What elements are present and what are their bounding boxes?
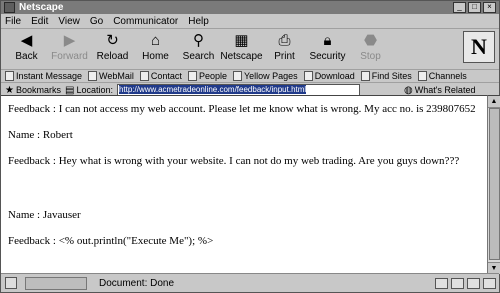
personal-item-label: Download [314, 71, 355, 81]
bookmark-icon [139, 71, 149, 81]
home-button[interactable]: ⌂ Home [134, 31, 177, 62]
search-label: Search [182, 51, 215, 62]
menu-file[interactable]: File [5, 16, 21, 27]
bookmarks-label: Bookmarks [15, 85, 61, 95]
page-content: Feedback : I can not access my web accou… [1, 95, 487, 274]
page-proxy-icon: ▤ [64, 84, 75, 96]
whats-related-label: What's Related [414, 85, 476, 95]
back-label: Back [15, 51, 38, 62]
stop-icon: ⬣ [363, 32, 378, 49]
netscape-guide-icon: ▦ [234, 32, 249, 49]
personal-toolbar: Instant Message WebMail Contact People Y… [1, 70, 499, 83]
related-icon: ◍ [403, 84, 413, 96]
browser-window: Netscape _ □ × File Edit View Go Communi… [0, 0, 500, 293]
stop-button[interactable]: ⬣ Stop [349, 31, 392, 62]
feedback-entry-2: Feedback : Hey what is wrong with your w… [8, 155, 460, 167]
forward-arrow-icon: ▶ [63, 32, 76, 49]
status-bar: Document: Done [1, 273, 499, 292]
scroll-thumb[interactable] [489, 108, 500, 260]
close-button[interactable]: × [483, 2, 496, 13]
personal-item-label: WebMail [99, 71, 134, 81]
menu-bar: File Edit View Go Communicator Help [1, 14, 499, 29]
printer-icon: ⎙ [278, 32, 291, 49]
reload-button[interactable]: ↻ Reload [91, 31, 134, 62]
status-text: Document: Done [99, 277, 175, 289]
personal-item-label: People [198, 71, 227, 81]
navigation-toolbar: ◀ Back ▶ Forward ↻ Reload ⌂ Home ⚲ Searc… [1, 29, 499, 70]
personal-item-label: Yellow Pages [243, 71, 298, 81]
feedback-entry-3: Feedback : <% out.println("Execute Me");… [8, 235, 214, 247]
bookmark-icon [187, 71, 197, 81]
netscape-label: Netscape [220, 51, 263, 62]
reload-label: Reload [96, 51, 129, 62]
bookmark-icon [5, 71, 14, 81]
feedback-entry-1: Feedback : I can not access my web accou… [8, 103, 476, 115]
location-label: ▤ Location: [65, 85, 113, 96]
maximize-button[interactable]: □ [468, 2, 481, 13]
name-entry-2: Name : Javauser [8, 209, 81, 221]
personal-item-webmail[interactable]: WebMail [88, 71, 134, 81]
mail-icon[interactable] [451, 277, 464, 289]
bookmark-icon [360, 71, 370, 81]
menu-edit[interactable]: Edit [31, 16, 48, 27]
vertical-scrollbar[interactable]: ▲ ▼ [487, 95, 500, 274]
security-button[interactable]: 🔒︎ Security [306, 31, 349, 62]
url-text: http://www.acmetradeonline.com/feedback/… [118, 85, 307, 94]
menu-communicator[interactable]: Communicator [113, 16, 178, 27]
personal-item-yellow-pages[interactable]: Yellow Pages [232, 71, 298, 81]
name-entry-1: Name : Robert [8, 129, 73, 141]
newsgroups-icon[interactable] [467, 277, 480, 289]
title-bar: Netscape _ □ × [1, 1, 499, 14]
personal-item-label: Channels [428, 71, 467, 81]
scroll-up-arrow-icon[interactable]: ▲ [488, 96, 500, 108]
app-icon [4, 2, 15, 13]
personal-item-label: Contact [150, 71, 182, 81]
netscape-button[interactable]: ▦ Netscape [220, 31, 263, 62]
bookmarks-icon: ★ [5, 84, 14, 96]
bookmark-icon [232, 71, 242, 81]
bookmarks-button[interactable]: ★ Bookmarks [5, 85, 61, 96]
bookmark-icon [303, 71, 313, 81]
bookmark-icon [88, 71, 98, 81]
lock-icon: 🔒︎ [323, 32, 332, 49]
location-label-text: Location: [76, 85, 113, 95]
minimize-button[interactable]: _ [453, 2, 466, 13]
progress-bar [25, 276, 87, 290]
personal-item-label: Instant Message [16, 71, 83, 81]
personal-item-download[interactable]: Download [303, 71, 355, 81]
back-button[interactable]: ◀ Back [5, 31, 48, 62]
personal-item-find-sites[interactable]: Find Sites [360, 71, 412, 81]
personal-item-channels[interactable]: Channels [417, 71, 467, 81]
reload-icon: ↻ [106, 32, 119, 49]
search-icon: ⚲ [193, 32, 204, 49]
forward-button[interactable]: ▶ Forward [48, 31, 91, 62]
composer-icon[interactable] [483, 277, 496, 289]
component-navigator-icon[interactable] [435, 277, 448, 289]
menu-view[interactable]: View [58, 16, 80, 27]
security-lock-icon[interactable] [5, 277, 17, 289]
stop-label: Stop [360, 51, 381, 62]
security-label: Security [309, 51, 346, 62]
forward-label: Forward [51, 51, 88, 62]
personal-item-contact[interactable]: Contact [139, 71, 182, 81]
personal-item-people[interactable]: People [187, 71, 227, 81]
bookmark-icon [417, 71, 427, 81]
menu-help[interactable]: Help [188, 16, 209, 27]
print-label: Print [274, 51, 295, 62]
personal-item-instant-message[interactable]: Instant Message [5, 71, 82, 81]
netscape-logo: N [463, 31, 495, 63]
search-button[interactable]: ⚲ Search [177, 31, 220, 62]
personal-item-label: Find Sites [371, 71, 412, 81]
home-label: Home [142, 51, 169, 62]
home-icon: ⌂ [150, 32, 161, 49]
print-button[interactable]: ⎙ Print [263, 31, 306, 62]
window-title: Netscape [19, 2, 64, 13]
back-arrow-icon: ◀ [20, 32, 33, 49]
menu-go[interactable]: Go [90, 16, 103, 27]
whats-related-button[interactable]: ◍ What's Related [404, 85, 475, 96]
